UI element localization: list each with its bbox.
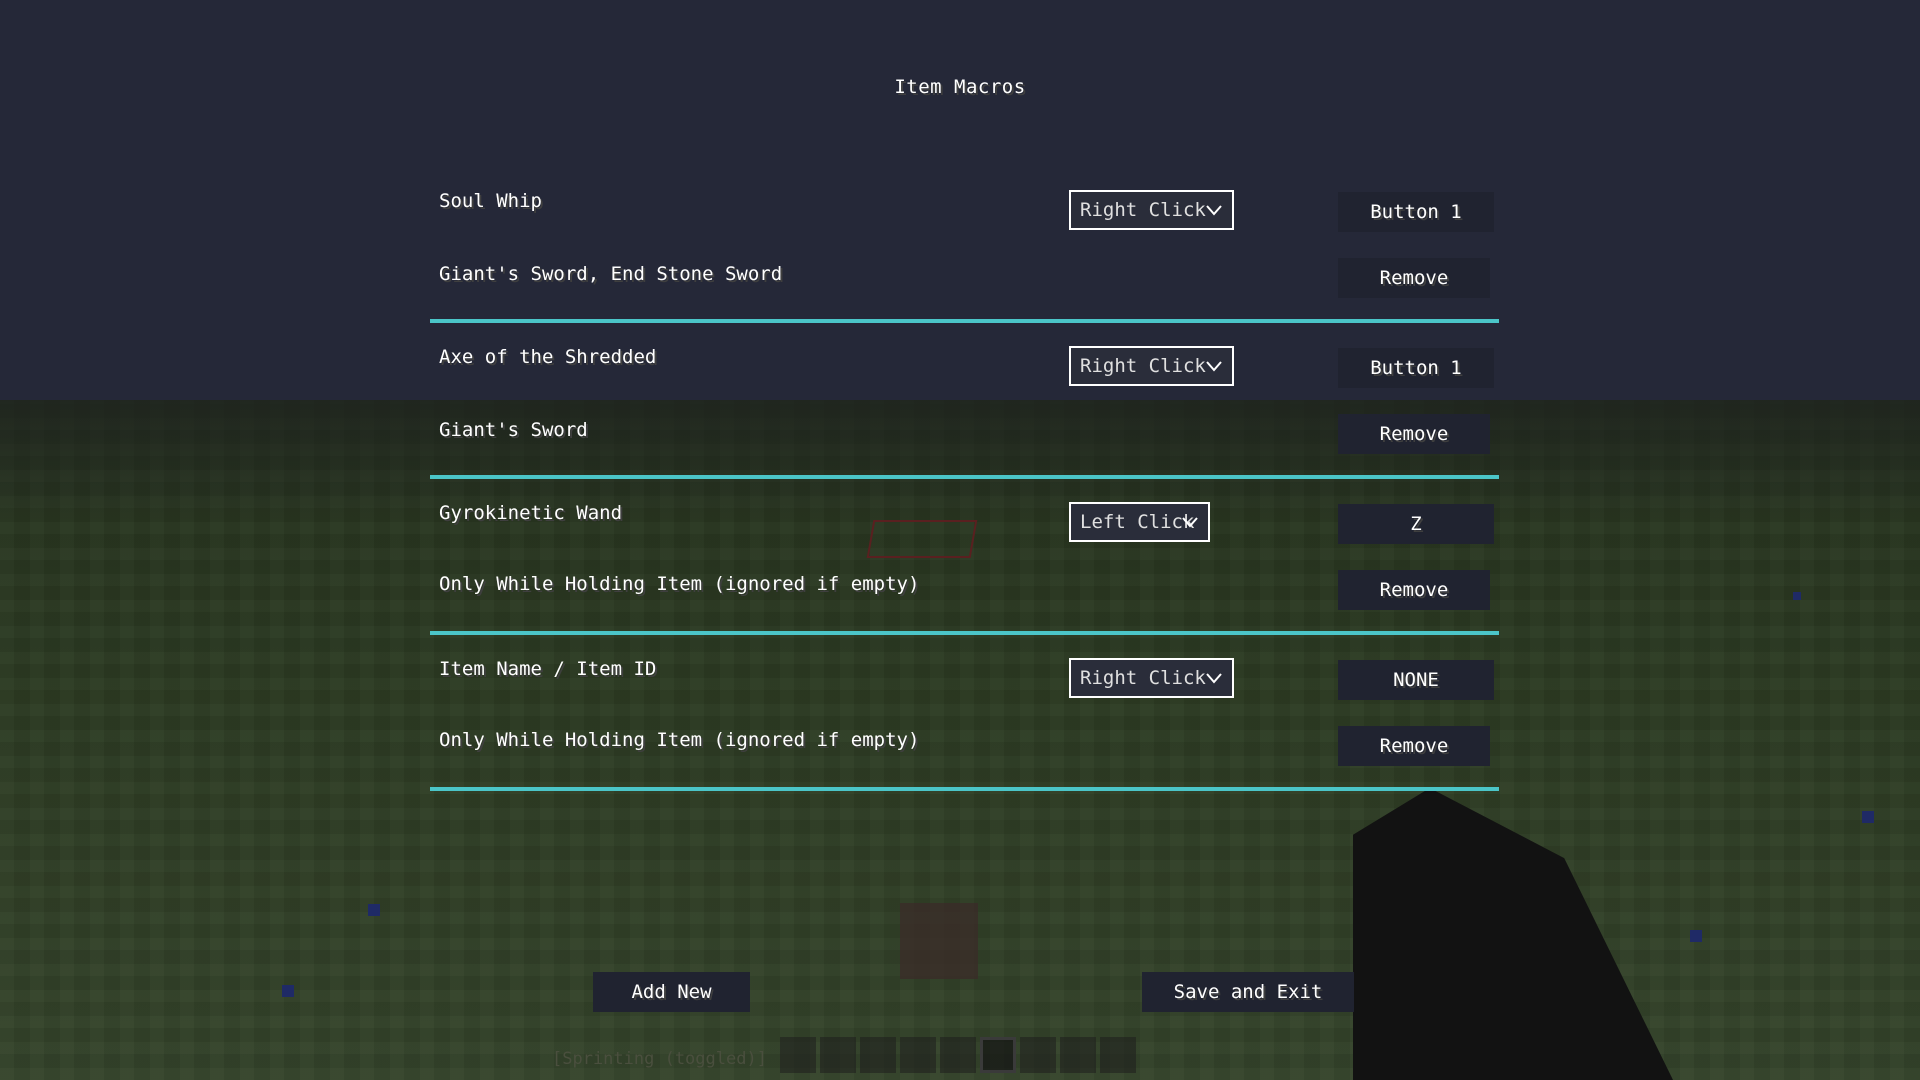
flower-speck — [1862, 811, 1874, 823]
flower-speck — [368, 904, 380, 916]
page-title: Item Macros — [894, 76, 1026, 98]
chevron-down-icon — [1206, 673, 1222, 684]
sprint-status: [Sprinting (toggled)] — [552, 1049, 767, 1069]
hotbar-slot[interactable] — [1020, 1037, 1056, 1073]
holding-item-field[interactable]: Giant's Sword — [439, 419, 588, 441]
holding-item-field[interactable]: Only While Holding Item (ignored if empt… — [439, 729, 919, 751]
macro-entry: Soul Whip Right Click Button 1 Giant's S… — [430, 161, 1499, 323]
click-type-value: Right Click — [1080, 355, 1206, 377]
macro-entry: Gyrokinetic Wand Left Click Z Only While… — [430, 473, 1499, 635]
click-type-value: Right Click — [1080, 199, 1206, 221]
holding-item-field[interactable]: Giant's Sword, End Stone Sword — [439, 263, 782, 285]
macro-entry: Item Name / Item ID Right Click NONE Onl… — [430, 629, 1499, 791]
hotbar-slot[interactable] — [780, 1037, 816, 1073]
flower-speck — [282, 985, 294, 997]
flower-speck — [1793, 592, 1801, 600]
click-type-dropdown[interactable]: Right Click — [1069, 346, 1234, 386]
hotbar — [780, 1037, 1136, 1073]
save-and-exit-button[interactable]: Save and Exit — [1142, 972, 1354, 1012]
hotbar-slot[interactable] — [1060, 1037, 1096, 1073]
item-name-field[interactable]: Soul Whip — [439, 190, 542, 212]
click-type-dropdown[interactable]: Right Click — [1069, 190, 1234, 230]
click-type-dropdown[interactable]: Left Click — [1069, 502, 1210, 542]
holding-item-field[interactable]: Only While Holding Item (ignored if empt… — [439, 573, 919, 595]
macro-entry: Axe of the Shredded Right Click Button 1… — [430, 317, 1499, 479]
keybind-button[interactable]: Z — [1338, 504, 1494, 544]
remove-button[interactable]: Remove — [1338, 570, 1490, 610]
item-name-field[interactable]: Gyrokinetic Wand — [439, 502, 622, 524]
keybind-button[interactable]: Button 1 — [1338, 348, 1494, 388]
flower-speck — [1690, 930, 1702, 942]
chevron-down-icon — [1206, 205, 1222, 216]
chevron-down-icon — [1206, 361, 1222, 372]
hotbar-slot[interactable] — [940, 1037, 976, 1073]
remove-button[interactable]: Remove — [1338, 414, 1490, 454]
keybind-button[interactable]: Button 1 — [1338, 192, 1494, 232]
item-name-field[interactable]: Axe of the Shredded — [439, 346, 656, 368]
hotbar-slot[interactable] — [1100, 1037, 1136, 1073]
click-type-dropdown[interactable]: Right Click — [1069, 658, 1234, 698]
keybind-button[interactable]: NONE — [1338, 660, 1494, 700]
add-new-button[interactable]: Add New — [593, 972, 750, 1012]
chevron-down-icon — [1182, 517, 1198, 528]
hotbar-slot-selected[interactable] — [980, 1037, 1016, 1073]
hotbar-slot[interactable] — [820, 1037, 856, 1073]
item-name-field[interactable]: Item Name / Item ID — [439, 658, 656, 680]
remove-button[interactable]: Remove — [1338, 258, 1490, 298]
click-type-value: Left Click — [1080, 511, 1195, 533]
hotbar-slot[interactable] — [860, 1037, 896, 1073]
dropped-item-block — [900, 903, 978, 979]
hotbar-slot[interactable] — [900, 1037, 936, 1073]
click-type-value: Right Click — [1080, 667, 1206, 689]
divider — [430, 787, 1499, 791]
remove-button[interactable]: Remove — [1338, 726, 1490, 766]
